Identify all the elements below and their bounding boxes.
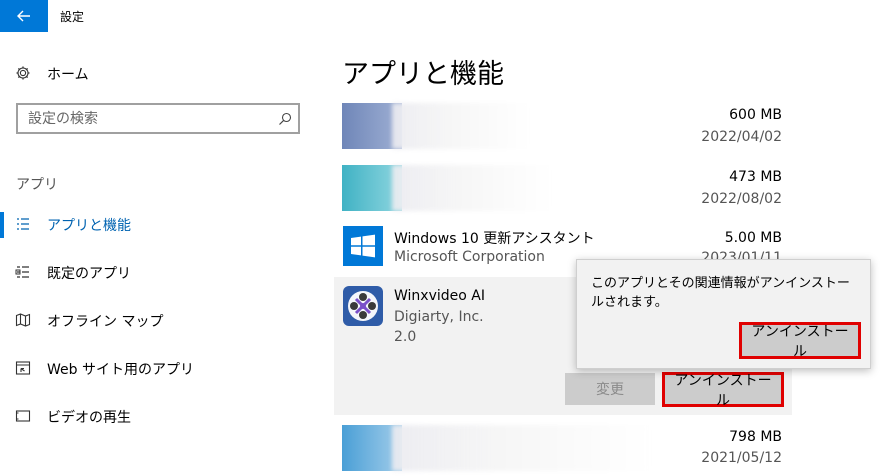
sidebar-item-apps-features[interactable]: アプリと機能 — [0, 204, 320, 244]
app-install-date: 2021/05/12 — [701, 450, 782, 466]
app-install-date: 2022/08/02 — [701, 191, 782, 207]
sidebar-item-label: アプリと機能 — [47, 218, 131, 234]
app-size: 600 MB — [729, 107, 782, 123]
app-list-item[interactable]: 600 MB 2022/04/02 — [334, 98, 792, 154]
sidebar-item-label: 既定のアプリ — [47, 266, 131, 282]
app-list-item[interactable]: 798 MB 2021/05/12 — [334, 420, 792, 476]
page-title: アプリと機能 — [342, 59, 504, 90]
modify-button[interactable]: 変更 — [565, 373, 655, 405]
app-name: Windows 10 更新アシスタント — [394, 231, 595, 247]
sidebar-section-heading: アプリ — [16, 177, 58, 193]
blurred-app-info — [342, 103, 530, 149]
back-button[interactable] — [0, 0, 48, 32]
web-apps-icon — [15, 361, 31, 375]
sidebar-item-label: オフライン マップ — [47, 314, 164, 330]
app-list-item[interactable]: 473 MB 2022/08/02 — [334, 160, 792, 216]
search-icon[interactable] — [278, 112, 292, 126]
window-title: 設定 — [60, 10, 85, 24]
sidebar-home-label: ホーム — [47, 67, 89, 83]
app-version: 2.0 — [394, 329, 417, 345]
uninstall-confirm-flyout: このアプリとその関連情報がアンインストールされます。 アンインストール — [576, 259, 871, 369]
settings-search-box[interactable] — [16, 103, 300, 134]
app-publisher: Microsoft Corporation — [394, 249, 545, 265]
blurred-app-info — [342, 425, 652, 471]
winxvideo-icon — [343, 286, 383, 326]
blurred-app-info — [342, 165, 552, 211]
sidebar-home[interactable]: ホーム — [0, 53, 320, 93]
back-arrow-icon — [17, 10, 30, 22]
uninstall-button[interactable]: アンインストール — [662, 372, 784, 409]
default-apps-icon — [15, 266, 29, 278]
sidebar-item-offline-maps[interactable]: オフライン マップ — [0, 300, 320, 340]
gear-icon — [16, 66, 30, 80]
app-size: 5.00 MB — [724, 230, 782, 246]
confirm-uninstall-button[interactable]: アンインストール — [739, 322, 861, 360]
flyout-message: このアプリとその関連情報がアンインストールされます。 — [591, 276, 850, 310]
sidebar-item-video-playback[interactable]: ビデオの再生 — [0, 396, 320, 436]
app-size: 473 MB — [729, 169, 782, 185]
list-icon — [17, 218, 29, 230]
windows-logo-icon — [343, 226, 383, 266]
video-icon — [15, 410, 31, 422]
sidebar-item-default-apps[interactable]: 既定のアプリ — [0, 252, 320, 292]
app-publisher: Digiarty, Inc. — [394, 309, 484, 325]
app-size: 798 MB — [729, 429, 782, 445]
app-install-date: 2022/04/02 — [701, 129, 782, 145]
sidebar-item-label: ビデオの再生 — [47, 410, 131, 426]
map-icon — [15, 313, 31, 327]
sidebar-item-label: Web サイト用のアプリ — [47, 362, 194, 378]
sidebar-item-web-apps[interactable]: Web サイト用のアプリ — [0, 348, 320, 388]
app-name: Winxvideo AI — [394, 288, 485, 304]
search-input[interactable] — [28, 110, 268, 128]
